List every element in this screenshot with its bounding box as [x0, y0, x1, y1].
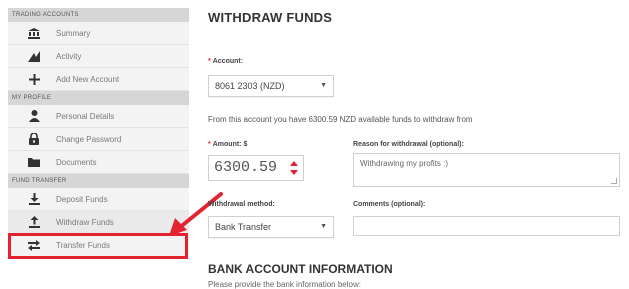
transfer-icon — [26, 239, 42, 251]
account-select[interactable]: 8061 2303 (NZD) ▼ — [208, 75, 334, 97]
download-icon — [26, 193, 42, 205]
main-content: WITHDRAW FUNDS * Account: 8061 2303 (NZD)… — [208, 0, 629, 289]
sidebar-item-personal-details[interactable]: Personal Details — [8, 105, 189, 128]
available-funds-text: From this account you have 6300.59 NZD a… — [208, 115, 473, 124]
sidebar-item-label: Transfer Funds — [56, 240, 110, 250]
sidebar-item-label: Personal Details — [56, 111, 115, 121]
comments-input[interactable] — [353, 216, 620, 236]
sidebar-item-label: Documents — [56, 157, 97, 167]
amount-label-text: Amount: $ — [212, 141, 248, 148]
sidebar-item-change-password[interactable]: Change Password — [8, 128, 189, 151]
resize-handle-icon[interactable] — [611, 178, 617, 184]
reason-label: Reason for withdrawal (optional): — [353, 141, 464, 148]
sidebar-item-label: Withdraw Funds — [56, 217, 114, 227]
sidebar-item-deposit-funds[interactable]: Deposit Funds — [8, 188, 189, 211]
amount-input[interactable]: 6300.59 — [208, 155, 304, 181]
bank-section-title: BANK ACCOUNT INFORMATION — [208, 262, 393, 276]
reason-textarea[interactable]: Withdrawing my profits :) — [353, 153, 620, 187]
account-label: * Account: — [208, 58, 244, 65]
section-header-fund-transfer: Fund Transfer — [8, 174, 189, 188]
sidebar-item-withdraw-funds[interactable]: Withdraw Funds — [8, 211, 189, 234]
sidebar-item-label: Summary — [56, 28, 91, 38]
sidebar-item-add-new-account[interactable]: Add New Account — [8, 68, 189, 91]
amount-stepper-icon[interactable] — [289, 160, 299, 176]
user-icon — [26, 110, 42, 122]
chevron-down-icon: ▼ — [320, 223, 327, 230]
withdrawal-method-select[interactable]: Bank Transfer ▼ — [208, 216, 334, 238]
upload-icon — [26, 216, 42, 228]
lock-icon — [26, 133, 42, 145]
sidebar-item-documents[interactable]: Documents — [8, 151, 189, 174]
account-label-text: Account: — [212, 58, 244, 65]
sidebar-item-label: Activity — [56, 51, 82, 61]
reason-value: Withdrawing my profits :) — [360, 159, 449, 168]
chevron-down-icon: ▼ — [320, 82, 327, 89]
folder-icon — [26, 156, 42, 168]
sidebar-item-transfer-funds[interactable]: Transfer Funds — [8, 234, 189, 257]
section-header-trading-accounts: Trading Accounts — [8, 8, 189, 22]
chart-icon — [26, 50, 42, 62]
amount-value: 6300.59 — [214, 159, 278, 176]
section-header-my-profile: My Profile — [8, 91, 189, 105]
amount-label: * Amount: $ — [208, 141, 248, 148]
plus-icon — [26, 73, 42, 85]
method-select-value: Bank Transfer — [215, 222, 272, 232]
account-select-value: 8061 2303 (NZD) — [215, 81, 285, 91]
sidebar-item-label: Change Password — [56, 134, 122, 144]
method-label: Withdrawal method: — [208, 201, 275, 208]
bank-section-subtitle: Please provide the bank information belo… — [208, 280, 361, 289]
sidebar-item-label: Add New Account — [56, 74, 120, 84]
sidebar: Trading Accounts Summary Activity Add Ne… — [8, 8, 189, 289]
page-title: WITHDRAW FUNDS — [208, 10, 333, 25]
comments-label: Comments (optional): — [353, 201, 426, 208]
sidebar-item-summary[interactable]: Summary — [8, 22, 189, 45]
sidebar-item-activity[interactable]: Activity — [8, 45, 189, 68]
bank-icon — [26, 27, 42, 39]
sidebar-item-label: Deposit Funds — [56, 194, 108, 204]
